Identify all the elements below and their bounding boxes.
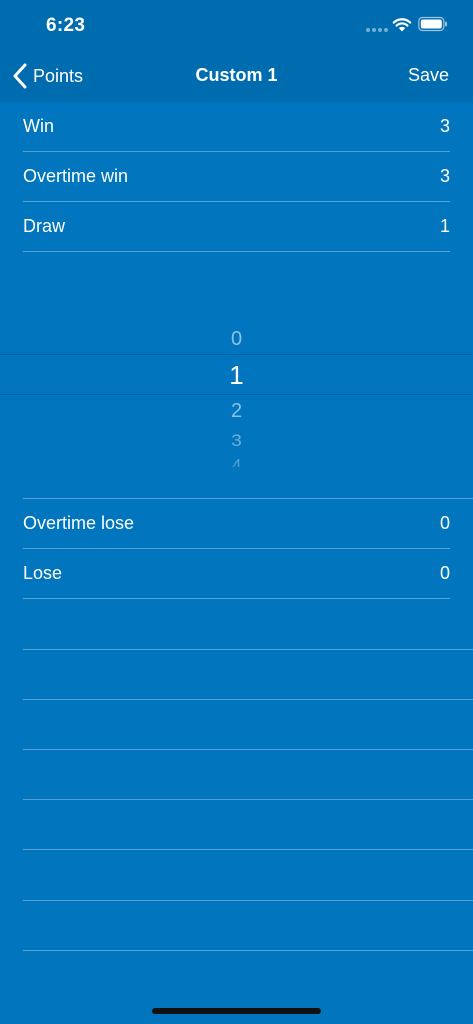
row-label: Lose [23,563,63,583]
save-button[interactable]: Save [408,65,449,86]
empty-row-divider [23,849,473,850]
points-row-win[interactable]: Win 3 [23,102,450,152]
empty-row-divider [23,749,473,750]
points-row-overtime-win[interactable]: Overtime win 3 [23,152,450,202]
row-value: 3 [439,166,450,186]
row-value: 0 [439,513,450,533]
row-value: 3 [439,116,450,136]
empty-row-divider [23,699,473,700]
picker-option[interactable]: 0 [0,328,473,351]
row-label: Overtime lose [23,513,135,533]
picker-option[interactable]: 4 [0,457,473,467]
home-indicator[interactable] [152,1008,321,1014]
battery-icon [418,16,447,32]
navigation-bar: Points Custom 1 Save [0,50,473,102]
picker-option-selected[interactable]: 1 [0,360,473,391]
points-row-lose[interactable]: Lose 0 [23,549,450,599]
status-bar: 6:23 [0,0,473,50]
picker-selection-bottom-line [0,394,473,395]
points-row-overtime-lose[interactable]: Overtime lose 0 [23,499,450,549]
header: 6:23 Points Custom 1 Save [0,0,473,102]
picker-option[interactable]: 3 [0,433,473,452]
row-label: Win [23,116,54,136]
row-value: 0 [439,563,450,583]
cellular-signal-icon [366,27,388,33]
empty-row-divider [23,649,473,650]
page-title: Custom 1 [195,65,278,85]
points-edit-screen: 6:23 Points Custom 1 Save Win 3 Overtime… [0,0,473,1024]
points-picker-wheel[interactable]: 0 1 2 3 4 [0,252,473,498]
row-value: 1 [439,216,450,236]
empty-row-divider [23,900,473,901]
row-label: Draw [23,216,66,236]
picker-option[interactable]: 2 [0,400,473,423]
empty-row-divider [23,950,473,951]
row-label: Overtime win [23,166,129,186]
points-row-draw[interactable]: Draw 1 [23,202,450,252]
empty-row-divider [23,799,473,800]
wifi-icon [392,18,412,32]
status-time: 6:23 [46,15,86,36]
picker-selection-top-line [0,354,473,355]
